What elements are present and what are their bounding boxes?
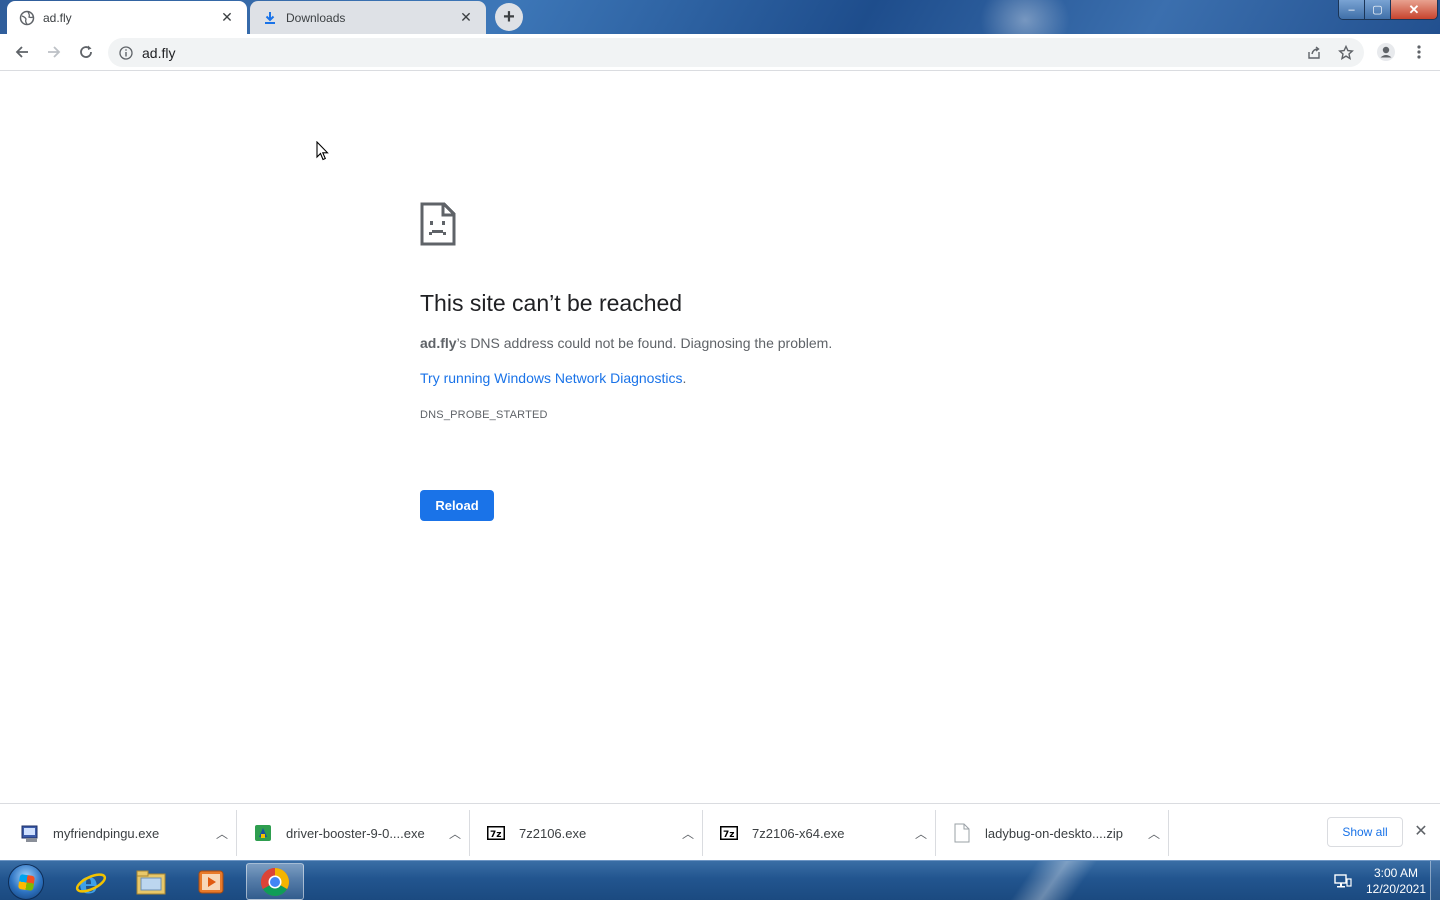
windows-taskbar: e 3:00 AM 12/20/2021 xyxy=(0,860,1440,900)
download-file-name: myfriendpingu.exe xyxy=(53,825,160,841)
title-bar: ad.fly ✕ Downloads ✕ + – ▢ ✕ xyxy=(0,0,1440,34)
reload-button[interactable] xyxy=(72,38,100,66)
url-text[interactable]: ad.fly xyxy=(142,45,175,61)
window-controls: – ▢ ✕ xyxy=(1338,0,1438,20)
chevron-up-icon[interactable]: ︿ xyxy=(208,825,236,842)
chrome-icon[interactable] xyxy=(246,863,304,900)
close-icon[interactable]: ✕ xyxy=(1412,822,1430,840)
tab-title: Downloads xyxy=(286,10,346,25)
back-button[interactable] xyxy=(8,38,36,66)
tab-adfly[interactable]: ad.fly ✕ xyxy=(7,1,247,34)
clock-date: 12/20/2021 xyxy=(1365,882,1427,896)
driver-booster-icon xyxy=(253,823,273,843)
close-icon[interactable]: ✕ xyxy=(219,9,235,26)
clock-time: 3:00 AM xyxy=(1373,866,1419,880)
mouse-cursor-icon xyxy=(316,140,330,166)
bookmark-star-icon[interactable] xyxy=(1336,43,1356,63)
network-diagnostics-link[interactable]: Try running Windows Network Diagnostics xyxy=(420,370,682,386)
minimize-button[interactable]: – xyxy=(1339,0,1365,19)
close-window-button[interactable]: ✕ xyxy=(1391,0,1437,19)
download-file-name: 7z2106.exe xyxy=(519,825,587,841)
reload-page-button[interactable]: Reload xyxy=(420,490,494,521)
error-title: This site can’t be reached xyxy=(420,290,683,316)
media-player-icon[interactable] xyxy=(182,863,240,900)
address-bar[interactable]: ad.fly xyxy=(108,38,1364,67)
maximize-button[interactable]: ▢ xyxy=(1365,0,1391,19)
show-all-button[interactable]: Show all xyxy=(1327,817,1403,847)
error-description-text: ’s DNS address could not be found. Diagn… xyxy=(456,335,833,351)
chevron-up-icon[interactable]: ︿ xyxy=(907,825,935,842)
download-file-name: driver-booster-9-0....exe xyxy=(286,825,425,841)
tab-title: ad.fly xyxy=(43,10,72,25)
error-container: This site can’t be reached ad.fly’s DNS … xyxy=(420,202,1020,421)
exe-installer-icon xyxy=(20,823,40,843)
browser-toolbar: ad.fly xyxy=(0,34,1440,71)
share-icon[interactable] xyxy=(1304,43,1324,63)
page-content: This site can’t be reached ad.fly’s DNS … xyxy=(0,71,1440,803)
tab-downloads[interactable]: Downloads ✕ xyxy=(250,1,486,34)
error-host: ad.fly xyxy=(420,335,457,351)
download-item[interactable]: ladybug-on-deskto....zip ︿ xyxy=(936,810,1169,856)
sad-document-icon xyxy=(420,202,456,246)
download-file-name: ladybug-on-deskto....zip xyxy=(985,825,1124,841)
download-item[interactable]: 7z 7z2106.exe ︿ xyxy=(470,810,703,856)
kebab-menu-icon[interactable] xyxy=(1409,42,1429,62)
error-description: ad.fly’s DNS address could not be found.… xyxy=(420,335,1020,351)
profile-avatar-icon[interactable] xyxy=(1376,42,1396,62)
error-code: DNS_PROBE_STARTED xyxy=(420,409,548,421)
globe-icon xyxy=(19,10,35,26)
network-icon[interactable] xyxy=(1334,872,1352,890)
show-desktop-button[interactable] xyxy=(1430,861,1440,900)
svg-text:7z: 7z xyxy=(490,830,502,840)
link-suffix: . xyxy=(682,370,687,386)
download-item[interactable]: 7z 7z2106-x64.exe ︿ xyxy=(703,810,936,856)
chevron-up-icon[interactable]: ︿ xyxy=(1140,825,1168,842)
file-icon xyxy=(952,823,972,843)
download-item[interactable]: myfriendpingu.exe ︿ xyxy=(4,810,237,856)
svg-text:7z: 7z xyxy=(723,830,735,840)
7zip-icon: 7z xyxy=(719,823,739,843)
chevron-up-icon[interactable]: ︿ xyxy=(674,825,702,842)
downloads-shelf: myfriendpingu.exe ︿ driver-booster-9-0..… xyxy=(0,803,1440,860)
download-item[interactable]: driver-booster-9-0....exe ︿ xyxy=(237,810,470,856)
download-icon xyxy=(262,10,278,26)
internet-explorer-icon[interactable]: e xyxy=(62,863,120,900)
info-icon[interactable] xyxy=(118,45,134,61)
system-tray: 3:00 AM 12/20/2021 xyxy=(1334,865,1428,897)
arrow-left-icon xyxy=(15,46,28,58)
refresh-icon xyxy=(80,45,92,58)
close-icon[interactable]: ✕ xyxy=(458,9,474,26)
chevron-up-icon[interactable]: ︿ xyxy=(441,825,469,842)
forward-button[interactable] xyxy=(40,38,68,66)
start-button[interactable] xyxy=(8,864,44,900)
file-explorer-icon[interactable] xyxy=(122,863,180,900)
7zip-icon: 7z xyxy=(486,823,506,843)
download-file-name: 7z2106-x64.exe xyxy=(752,825,845,841)
system-clock[interactable]: 3:00 AM 12/20/2021 xyxy=(1364,865,1428,897)
new-tab-button[interactable]: + xyxy=(495,3,523,31)
arrow-right-icon xyxy=(48,46,61,58)
